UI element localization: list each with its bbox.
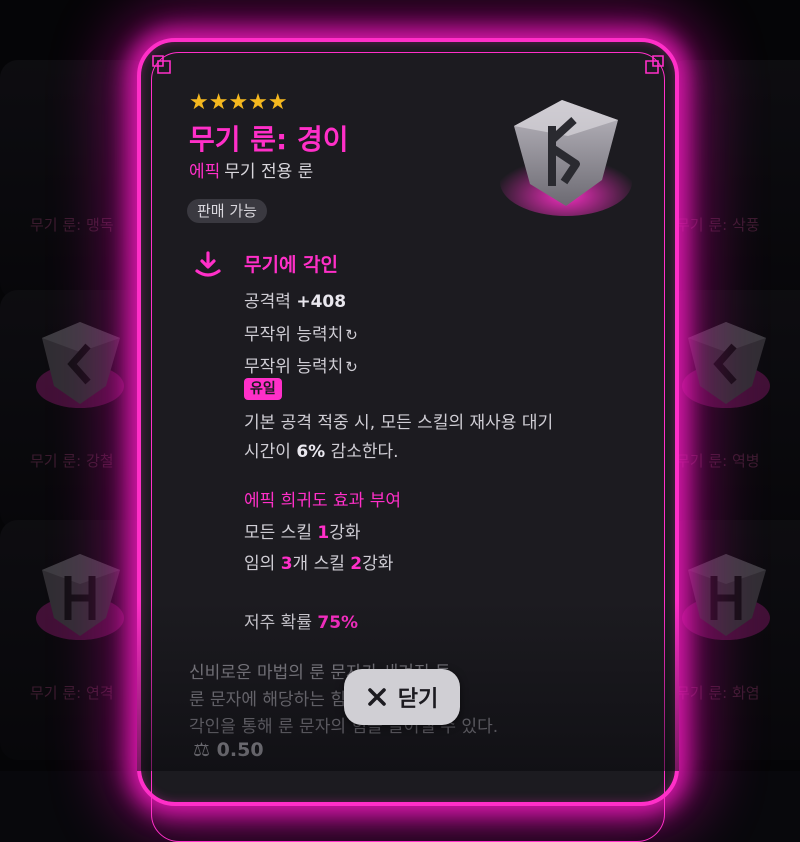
star-rating: ★★★★★ <box>189 90 288 115</box>
item-name: 무기 룬: 경이 <box>189 123 349 156</box>
bonus-value: 2 <box>350 554 363 574</box>
sellable-badge: 판매 가능 <box>187 199 267 223</box>
effect-line-2: 시간이 6% 감소한다. <box>244 437 399 462</box>
unique-badge: 유일 <box>244 378 282 400</box>
epic-bonus-line-1: 모든 스킬 1강화 <box>244 518 361 543</box>
random-stat-row: 무작위 능력치 ↻ <box>244 352 358 377</box>
rune-stone-icon <box>500 100 632 216</box>
weight-icon: ⚖ <box>193 739 211 761</box>
bonus-text: 강화 <box>329 523 361 543</box>
bonus-text: 모든 스킬 <box>244 523 312 543</box>
curse-label: 저주 확률 <box>244 613 312 633</box>
bonus-value: 3 <box>280 554 293 574</box>
corner-ornament-icon <box>645 55 664 74</box>
close-button-label: 닫기 <box>397 687 439 712</box>
random-stat-row: 무작위 능력치 ↻ <box>244 320 358 345</box>
epic-bonus-title: 에픽 희귀도 효과 부여 <box>244 491 401 511</box>
attack-value: +408 <box>296 292 347 312</box>
bonus-text: 임의 <box>244 554 276 574</box>
weight-value: 0.50 <box>216 739 264 761</box>
curse-value: 75% <box>317 613 359 633</box>
random-stat-label: 무작위 능력치 <box>244 325 344 345</box>
bonus-text: 강화 <box>362 554 394 574</box>
curse-chance: 저주 확률 75% <box>244 608 358 633</box>
random-stat-label: 무작위 능력치 <box>244 357 344 377</box>
bonus-text: 개 스킬 <box>292 554 345 574</box>
refresh-icon[interactable]: ↻ <box>345 358 358 376</box>
engrave-section-title: 무기에 각인 <box>244 254 339 276</box>
engrave-icon <box>195 251 221 277</box>
rarity-label: 에픽 <box>189 162 221 182</box>
effect-text: 감소한다. <box>330 442 399 462</box>
refresh-icon[interactable]: ↻ <box>345 326 358 344</box>
bonus-value: 1 <box>317 523 330 543</box>
item-subtitle: 에픽 무기 전용 룬 <box>189 157 313 182</box>
close-button[interactable]: 닫기 <box>344 669 460 725</box>
effect-line-1: 기본 공격 적중 시, 모든 스킬의 재사용 대기 <box>244 413 554 433</box>
epic-bonus-line-2: 임의 3개 스킬 2강화 <box>244 549 393 574</box>
effect-value: 6% <box>296 442 326 462</box>
corner-ornament-icon <box>152 55 171 74</box>
attack-stat: 공격력 +408 <box>244 287 346 312</box>
effect-text: 시간이 <box>244 442 291 462</box>
close-icon <box>367 688 386 706</box>
item-weight: ⚖ 0.50 <box>193 739 264 761</box>
attack-label: 공격력 <box>244 292 291 312</box>
item-type: 무기 전용 룬 <box>224 162 314 182</box>
